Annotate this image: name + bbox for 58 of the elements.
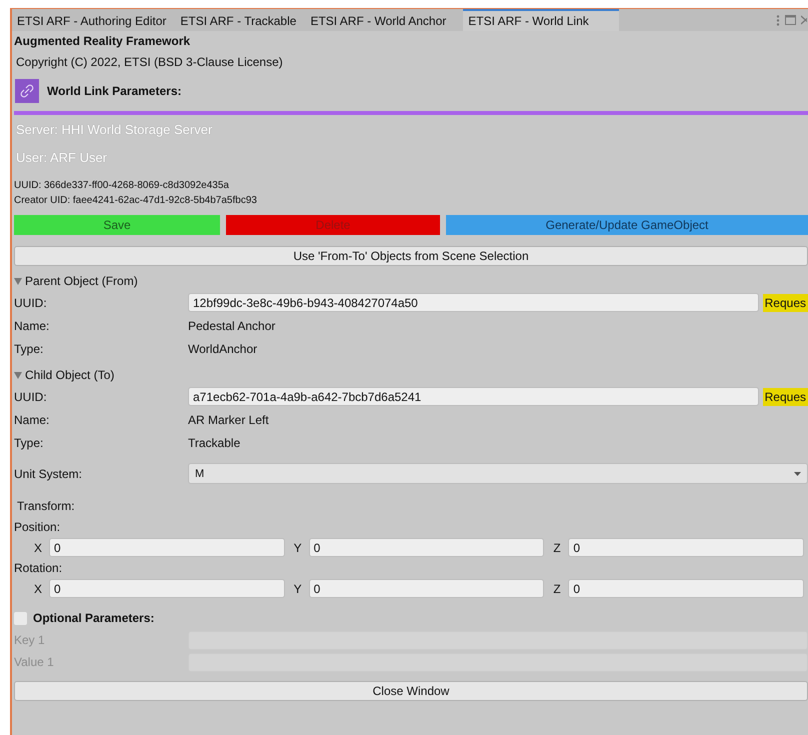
number-field[interactable]: 0 xyxy=(49,579,285,598)
axis-label: X xyxy=(34,540,44,554)
number-field[interactable]: 0 xyxy=(568,538,804,557)
creator-uid-text: Creator UID: faee4241-62ac-47d1-92c8-5b4b7a5fbc93 xyxy=(14,194,258,208)
close-window-button[interactable]: Close Window xyxy=(14,681,808,701)
field-label: Key 1 xyxy=(14,633,46,647)
foldout-arrow-icon[interactable] xyxy=(14,278,22,284)
tab[interactable]: ETSI ARF - Authoring Editor xyxy=(12,9,176,31)
tab[interactable]: ETSI ARF - World Link xyxy=(463,9,619,31)
axis-label: Z xyxy=(553,540,562,554)
number-field[interactable]: 0 xyxy=(568,579,804,598)
tab[interactable]: ETSI ARF - World Anchor xyxy=(305,9,456,31)
dropdown-value: M xyxy=(195,468,204,480)
transform-label: Transform: xyxy=(16,498,76,515)
type-value: WorldAnchor xyxy=(188,342,258,356)
tab[interactable]: ETSI ARF - Trackable xyxy=(175,9,306,31)
name-value: AR Marker Left xyxy=(188,412,269,426)
foldout-arrow-icon[interactable] xyxy=(14,372,22,378)
app-title: Augmented Reality Framework xyxy=(14,33,192,50)
section-title: World Link Parameters: xyxy=(47,84,182,98)
uuid-field[interactable]: 12bf99dc-3e8c-49b6-b943-408427074a50 xyxy=(188,293,759,312)
uuid-field[interactable]: a71ecb62-701a-4a9b-a642-7bcb7d6a5241 xyxy=(188,387,759,406)
field-label: Unit System: xyxy=(14,466,84,480)
more-icon[interactable] xyxy=(776,14,780,26)
number-field[interactable]: 0 xyxy=(49,538,285,557)
close-icon[interactable] xyxy=(801,15,807,25)
field-label: UUID: xyxy=(14,296,48,310)
axis-label: Y xyxy=(294,582,303,596)
copyright-text: Copyright (C) 2022, ETSI (BSD 3-Clause License) xyxy=(15,54,284,71)
checkbox[interactable] xyxy=(14,612,27,624)
vector-label: Rotation: xyxy=(14,560,64,577)
field-label: UUID: xyxy=(14,390,48,404)
request-button[interactable]: Reques xyxy=(762,388,808,406)
axis-label: Y xyxy=(294,540,303,554)
save-button[interactable]: Save xyxy=(14,215,220,235)
number-field[interactable]: 0 xyxy=(308,538,544,557)
field-label: Type: xyxy=(14,342,44,356)
request-button[interactable]: Reques xyxy=(762,294,808,312)
link-icon xyxy=(15,79,39,103)
number-field[interactable]: 0 xyxy=(308,579,544,598)
foldout-label: Parent Object (From) xyxy=(25,274,138,288)
scene-selection-button[interactable]: Use 'From-To' Objects from Scene Selection xyxy=(14,246,808,266)
unit-dropdown[interactable]: M xyxy=(188,463,808,484)
field-label: Value 1 xyxy=(14,655,55,669)
vector-label: Position: xyxy=(14,519,62,536)
type-value: Trackable xyxy=(188,436,240,450)
caret-icon xyxy=(794,472,801,476)
field-label: Type: xyxy=(14,436,44,450)
axis-label: X xyxy=(34,582,44,596)
uuid-text: UUID: 366de337-ff00-4268-8069-c8d3092e435a xyxy=(14,179,230,193)
maximize-icon[interactable] xyxy=(785,15,796,25)
axis-label: Z xyxy=(553,582,562,596)
name-value: Pedestal Anchor xyxy=(188,318,276,332)
optional-parameters-label: Optional Parameters: xyxy=(33,611,154,625)
foldout-label: Child Object (To) xyxy=(25,368,114,382)
field-label: Name: xyxy=(14,318,50,332)
generate-button[interactable]: Generate/Update GameObject xyxy=(446,215,808,235)
field-label: Name: xyxy=(14,412,50,426)
